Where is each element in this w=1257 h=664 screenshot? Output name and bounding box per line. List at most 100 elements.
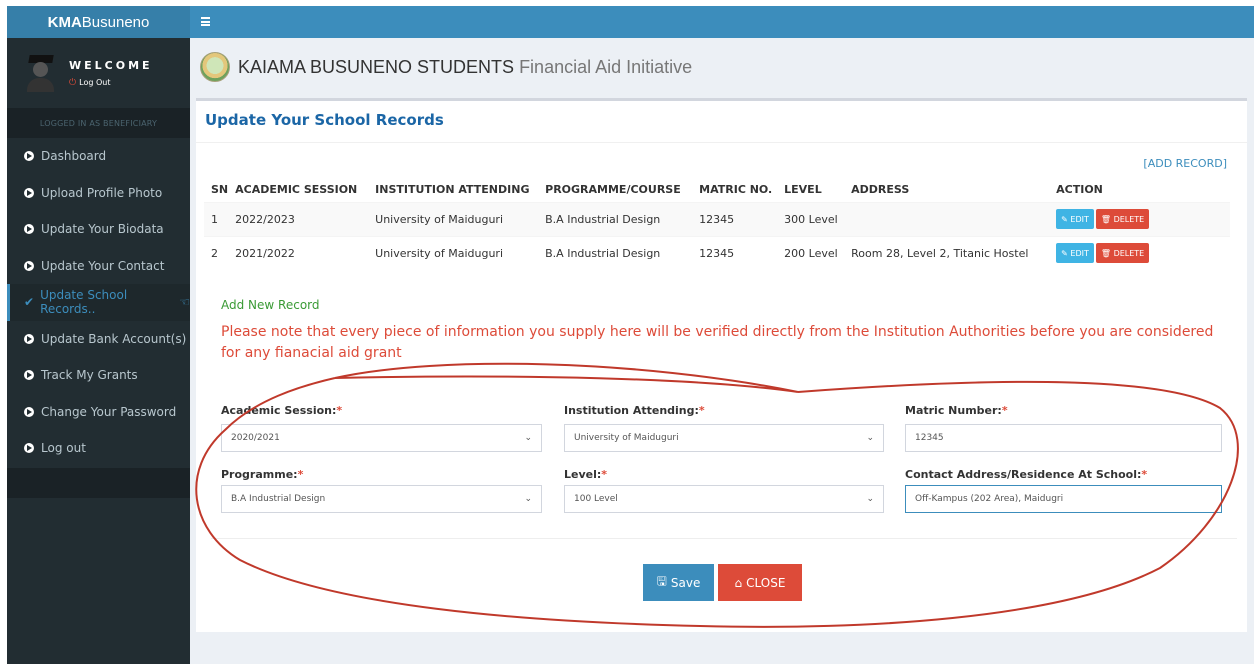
chevron-down-icon: ⌄ bbox=[524, 433, 532, 443]
app-logo[interactable]: KMA Busuneno bbox=[7, 6, 190, 38]
pointing-hand-icon: ☜ bbox=[179, 295, 190, 310]
required-mark: * bbox=[601, 468, 608, 481]
cell-matric: 12345 bbox=[692, 201, 778, 236]
hamburger-menu-icon[interactable] bbox=[201, 17, 210, 26]
circle-arrow-icon bbox=[24, 151, 34, 162]
brand-title-sub: Financial Aid Initiative bbox=[519, 56, 693, 77]
select-value: University of Maiduguri bbox=[574, 433, 679, 443]
address-label: Contact Address/Residence At School:* bbox=[905, 468, 1147, 481]
chevron-down-icon: ⌄ bbox=[866, 433, 874, 443]
programme-select[interactable]: B.A Industrial Design ⌄ bbox=[221, 485, 542, 513]
check-icon: ✔ bbox=[24, 295, 35, 310]
cell-institution: University of Maiduguri bbox=[368, 235, 539, 270]
cell-programme: B.A Industrial Design bbox=[538, 201, 693, 236]
sidebar-item-label: Update School Records.. bbox=[40, 288, 128, 317]
sidebar-item-bank-account[interactable]: Update Bank Account(s) bbox=[7, 321, 190, 358]
sidebar-footer bbox=[7, 468, 190, 498]
sidebar-item-change-password[interactable]: Change Your Password bbox=[7, 394, 190, 431]
cell-address bbox=[844, 201, 1050, 236]
label-text: Academic Session: bbox=[221, 404, 337, 417]
edit-icon: ✎ bbox=[1061, 214, 1068, 224]
close-button[interactable]: ⌂ CLOSE bbox=[718, 564, 802, 601]
sidebar-item-biodata[interactable]: Update Your Biodata bbox=[7, 211, 190, 248]
delete-label: DELETE bbox=[1113, 248, 1145, 258]
sidebar-item-school-records[interactable]: ✔ Update School Records.. ☜ bbox=[7, 284, 190, 321]
welcome-text: WELCOME bbox=[69, 58, 153, 72]
sidebar-item-logout[interactable]: Log out bbox=[7, 430, 190, 467]
page-header: KAIAMA BUSUNENO STUDENTS Financial Aid I… bbox=[200, 52, 692, 82]
cell-level: 200 Level bbox=[777, 235, 845, 270]
delete-button[interactable]: 🗑 DELETE bbox=[1095, 243, 1150, 264]
academic-session-label: Academic Session:* bbox=[221, 404, 342, 417]
sidebar-item-upload-photo[interactable]: Upload Profile Photo bbox=[7, 175, 190, 212]
form-divider bbox=[211, 538, 1237, 539]
label-text: Contact Address/Residence At School: bbox=[905, 468, 1142, 481]
programme-label: Programme:* bbox=[221, 468, 303, 481]
cell-matric: 12345 bbox=[692, 235, 778, 270]
table-row: 1 2022/2023 University of Maiduguri B.A … bbox=[204, 201, 1230, 236]
label-text: Level: bbox=[564, 468, 602, 481]
label-text: Institution Attending: bbox=[564, 404, 699, 417]
matric-input[interactable]: 12345 bbox=[905, 424, 1222, 452]
input-value: Off-Kampus (202 Area), Maidugri bbox=[915, 494, 1064, 504]
trash-icon: 🗑 bbox=[1100, 214, 1112, 224]
circle-arrow-icon bbox=[24, 224, 34, 235]
save-button[interactable]: 🖫 Save bbox=[643, 564, 714, 601]
top-navbar bbox=[190, 6, 1254, 38]
sidebar-item-track-grants[interactable]: Track My Grants bbox=[7, 357, 190, 394]
sidebar-item-dashboard[interactable]: Dashboard bbox=[7, 138, 190, 175]
power-icon: ⏻ bbox=[69, 77, 77, 88]
cell-session: 2022/2023 bbox=[228, 201, 369, 236]
edit-button[interactable]: ✎ EDIT bbox=[1056, 243, 1094, 264]
level-select[interactable]: 100 Level ⌄ bbox=[564, 485, 884, 513]
cell-address: Room 28, Level 2, Titanic Hostel bbox=[844, 235, 1050, 270]
logo-bold: KMA bbox=[47, 13, 82, 31]
edit-icon: ✎ bbox=[1061, 248, 1068, 258]
col-sn: SN bbox=[211, 182, 229, 196]
edit-button[interactable]: ✎ EDIT bbox=[1056, 209, 1094, 229]
verification-note: Please note that every piece of informat… bbox=[221, 324, 1214, 361]
address-input[interactable]: Off-Kampus (202 Area), Maidugri bbox=[905, 485, 1222, 513]
delete-label: DELETE bbox=[1113, 214, 1145, 224]
home-icon: ⌂ bbox=[734, 575, 743, 590]
circle-arrow-icon bbox=[24, 406, 34, 417]
sidebar-item-label: Log out bbox=[41, 441, 86, 456]
label-text: Matric Number: bbox=[905, 404, 1002, 417]
floppy-icon: 🖫 bbox=[656, 574, 667, 588]
col-address: ADDRESS bbox=[851, 182, 910, 196]
sidebar-item-label: Dashboard bbox=[41, 149, 107, 164]
cell-programme: B.A Industrial Design bbox=[538, 235, 693, 270]
col-academic-session: ACADEMIC SESSION bbox=[235, 182, 358, 196]
trash-icon: 🗑 bbox=[1100, 248, 1112, 258]
circle-arrow-icon bbox=[24, 187, 34, 198]
matric-label: Matric Number:* bbox=[905, 404, 1008, 417]
sidebar-item-contact[interactable]: Update Your Contact bbox=[7, 248, 190, 285]
records-table-wrap: [ADD RECORD] SN ACADEMIC SESSION INSTITU… bbox=[204, 149, 1235, 270]
sidebar-header: LOGGED IN AS BENEFICIARY bbox=[7, 108, 190, 138]
save-label: Save bbox=[670, 575, 701, 590]
delete-button[interactable]: 🗑 DELETE bbox=[1095, 209, 1150, 229]
cell-sn: 2 bbox=[204, 235, 229, 270]
sidebar-item-label: Update Your Contact bbox=[41, 258, 165, 273]
table-header-row: SN ACADEMIC SESSION INSTITUTION ATTENDIN… bbox=[204, 177, 1230, 202]
circle-arrow-icon bbox=[24, 443, 34, 454]
circle-arrow-icon bbox=[24, 370, 34, 381]
cell-action: ✎ EDIT 🗑 DELETE bbox=[1049, 201, 1230, 236]
panel-title: Update Your School Records bbox=[205, 111, 444, 129]
input-value: 12345 bbox=[915, 433, 944, 443]
required-mark: * bbox=[698, 404, 705, 417]
records-table: SN ACADEMIC SESSION INSTITUTION ATTENDIN… bbox=[204, 177, 1230, 270]
col-action: ACTION bbox=[1056, 182, 1103, 196]
school-records-panel: Update Your School Records [ADD RECORD] … bbox=[196, 98, 1247, 632]
brand-title-main: KAIAMA BUSUNENO STUDENTS bbox=[238, 56, 515, 77]
academic-session-select[interactable]: 2020/2021 ⌄ bbox=[221, 424, 542, 452]
select-value: B.A Industrial Design bbox=[231, 494, 326, 504]
sidebar-item-label: Upload Profile Photo bbox=[41, 185, 163, 200]
user-logout-label: Log Out bbox=[79, 78, 111, 87]
add-record-link[interactable]: [ADD RECORD] bbox=[1143, 157, 1227, 170]
sidebar-item-label: Update Bank Account(s) bbox=[41, 331, 187, 346]
page-brand-title: KAIAMA BUSUNENO STUDENTS Financial Aid I… bbox=[238, 57, 692, 78]
institution-select[interactable]: University of Maiduguri ⌄ bbox=[564, 424, 884, 452]
user-logout-link[interactable]: ⏻ Log Out bbox=[69, 78, 153, 88]
edit-label: EDIT bbox=[1070, 248, 1089, 258]
